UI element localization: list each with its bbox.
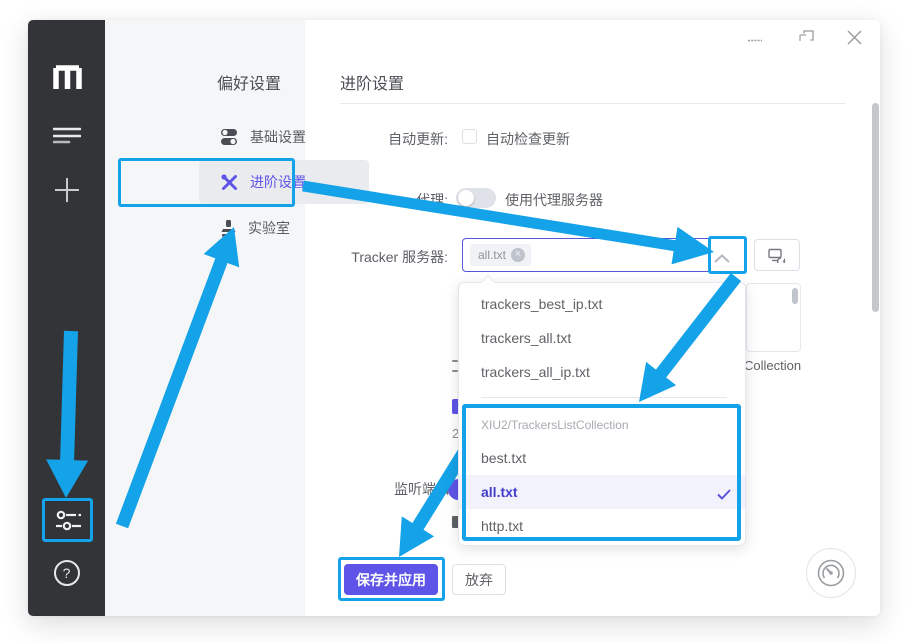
sync-icon [768, 248, 786, 263]
app-sidebar: ? [28, 20, 105, 616]
minimize-button[interactable] [741, 28, 769, 52]
proxy-toggle-label: 使用代理服务器 [505, 190, 603, 210]
listen-port-label: 监听端口 [250, 479, 450, 499]
task-list-icon[interactable] [28, 126, 105, 146]
maximize-icon [799, 30, 814, 45]
tracker-label: Tracker 服务器: [248, 247, 448, 267]
auto-update-label: 自动更新: [248, 129, 448, 149]
close-icon [847, 30, 862, 45]
maximize-button[interactable] [792, 25, 820, 49]
lab-stamp-icon [221, 220, 236, 237]
dropdown-item-label: all.txt [481, 484, 518, 500]
selected-tracker-tag: all.txt × [470, 244, 531, 266]
motrix-logo-icon [28, 62, 105, 90]
proxy-toggle[interactable] [456, 188, 496, 208]
tag-close-icon[interactable]: × [511, 248, 525, 262]
dropdown-item[interactable]: best.txt [459, 441, 745, 475]
speed-limit-button[interactable] [806, 548, 856, 598]
title-divider [340, 103, 845, 104]
settings-sliders-icon[interactable] [28, 508, 105, 534]
dropdown-group-label: XIU2/TrackersListCollection [481, 418, 629, 432]
main-scrollbar-thumb[interactable] [872, 103, 879, 312]
preferences-window: ? 偏好设置 基础设置 进阶设置 实验室 进阶设置 自动更新: 自动检查更新 代… [28, 20, 880, 616]
tracker-dropdown: trackers_best_ip.txt trackers_all.txt tr… [458, 282, 746, 546]
tools-icon [221, 174, 238, 191]
auto-update-checkbox[interactable] [462, 129, 477, 144]
dropdown-item[interactable]: trackers_best_ip.txt [459, 287, 745, 321]
save-apply-button[interactable]: 保存并应用 [344, 564, 438, 595]
sidebar-item-lab[interactable]: 实验室 [199, 206, 369, 250]
collection-link-fragment[interactable]: Collection [744, 358, 801, 373]
dropdown-divider [481, 397, 727, 398]
toggle-knob [458, 190, 474, 206]
chevron-up-icon[interactable] [714, 250, 730, 268]
dropdown-item[interactable]: trackers_all.txt [459, 321, 745, 355]
preferences-title: 偏好设置 [217, 70, 281, 94]
sidebar-item-label: 进阶设置 [250, 172, 306, 192]
check-icon [717, 487, 731, 503]
tracker-select[interactable]: all.txt × [462, 238, 747, 272]
dropdown-item[interactable]: trackers_all_ip.txt [459, 355, 745, 389]
page-title: 进阶设置 [340, 70, 404, 94]
preferences-nav: 偏好设置 基础设置 进阶设置 实验室 [105, 20, 305, 616]
close-button[interactable] [840, 25, 868, 49]
auto-update-checkbox-label: 自动检查更新 [486, 129, 570, 149]
refresh-trackers-button[interactable] [754, 239, 800, 271]
minimize-icon [748, 39, 762, 42]
dropdown-item[interactable]: http.txt [459, 509, 745, 543]
textarea-scrollbar-thumb[interactable] [792, 288, 798, 304]
tracker-textarea-fragment[interactable] [746, 283, 801, 352]
discard-button[interactable]: 放弃 [452, 564, 506, 595]
dropdown-item-selected[interactable]: all.txt [459, 475, 745, 509]
toggles-icon [221, 129, 238, 145]
sidebar-item-label: 实验室 [248, 218, 290, 238]
proxy-label: 代理: [248, 190, 448, 210]
add-task-icon[interactable] [28, 176, 105, 204]
help-button[interactable]: ? [28, 560, 105, 586]
speedometer-icon [816, 558, 846, 588]
tag-label: all.txt [478, 248, 506, 262]
question-icon: ? [54, 560, 80, 586]
